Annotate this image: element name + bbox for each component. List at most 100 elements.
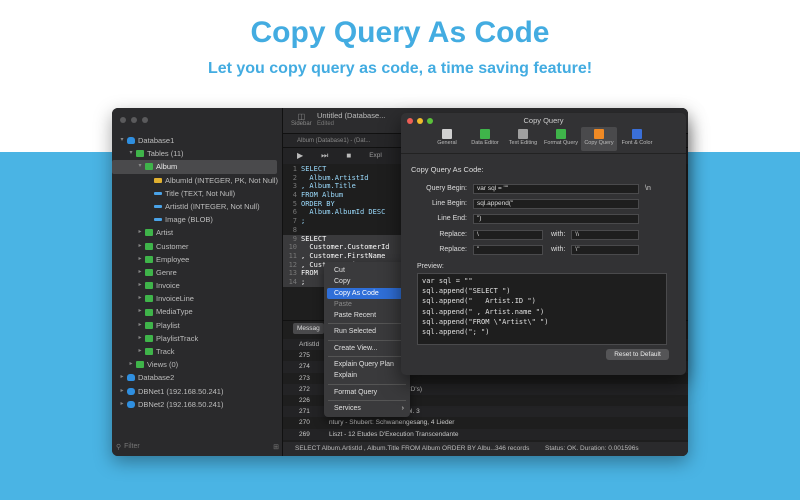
table-row[interactable]: 270 ntury - Shubert: Schwanengesang, 4 Li…	[283, 417, 688, 428]
menu-item[interactable]: Copy As Code	[327, 287, 407, 299]
reset-to-default-button[interactable]: Reset to Default	[606, 349, 669, 360]
chevron-right-icon[interactable]: ▸	[136, 253, 144, 266]
menu-item[interactable]: Explain	[327, 370, 407, 381]
table-icon	[145, 255, 153, 263]
sidebar-item[interactable]: ▾ Tables (11)	[112, 147, 283, 160]
menu-item[interactable]: Cut	[327, 265, 407, 276]
sidebar-item[interactable]: ▸ Invoice	[112, 279, 283, 292]
table-icon	[145, 242, 153, 250]
tab-label: General	[437, 140, 457, 146]
run-icon[interactable]: ▶	[297, 148, 303, 164]
sidebar-item[interactable]: ▸ DBNet1 (192.168.50.241)	[112, 385, 283, 398]
table-row[interactable]: 269 Liszt - 12 Etudes D'Execution Transce…	[283, 428, 688, 440]
sidebar-item[interactable]: ▸ Artist	[112, 226, 283, 239]
replace-input-2[interactable]: "	[473, 244, 543, 255]
chevron-right-icon[interactable]: ▸	[136, 305, 144, 318]
line-end-input[interactable]: ")	[473, 213, 639, 224]
code-line: 7;	[283, 217, 403, 226]
preview-line: sql.append(" , Artist.name ")	[422, 307, 545, 316]
sidebar-item[interactable]: ▸ Track	[112, 345, 283, 358]
code-text: SELECT	[301, 234, 327, 243]
preferences-tab[interactable]: Copy Query	[581, 127, 617, 151]
context-menu: CutCopyCopy As CodePastePaste Recent›Run…	[324, 262, 410, 417]
preferences-tab[interactable]: General	[429, 127, 465, 151]
sidebar-item[interactable]: AlbumId (INTEGER, PK, Not Null)	[112, 174, 283, 187]
with-input-2[interactable]: \"	[571, 244, 640, 255]
query-begin-input[interactable]: var sql = ""	[473, 183, 639, 194]
menu-item[interactable]: Create View...	[327, 343, 407, 354]
sidebar-item[interactable]: ▸ Customer	[112, 240, 283, 253]
menu-item[interactable]: Format Query	[327, 387, 407, 398]
menu-item[interactable]: Copy	[327, 276, 407, 287]
tab-icon	[632, 129, 642, 139]
line-begin-input[interactable]: sql.append("	[473, 198, 639, 209]
chevron-down-icon[interactable]: ▾	[118, 134, 126, 147]
chevron-right-icon[interactable]: ▸	[136, 319, 144, 332]
line-number: 1	[292, 165, 297, 173]
sidebar-item-label: Title (TEXT, Not Null)	[165, 188, 236, 198]
close-window-button[interactable]	[120, 117, 126, 123]
stop-icon[interactable]: ■	[346, 148, 351, 164]
table-icon	[145, 321, 153, 329]
menu-separator	[328, 323, 406, 325]
sidebar-item[interactable]: ▸ InvoiceLine	[112, 292, 283, 305]
replace-input-1[interactable]: \	[473, 229, 543, 240]
sidebar-item[interactable]: ArtistId (INTEGER, Not Null)	[112, 200, 283, 213]
menu-item[interactable]: Services ›	[327, 403, 407, 414]
filter-bar[interactable]: ⚲ Filter ⊞	[116, 441, 279, 452]
sidebar-item[interactable]: ▸ Database2	[112, 371, 283, 384]
messages-tab[interactable]: Messag	[293, 323, 324, 334]
sidebar-item[interactable]: ▾ Album	[112, 160, 277, 174]
sidebar-item[interactable]: ▸ DBNet2 (192.168.50.241)	[112, 398, 283, 411]
preferences-tab[interactable]: Font & Color	[619, 127, 655, 151]
chevron-right-icon[interactable]: ▸	[118, 371, 126, 384]
run-selected-icon[interactable]: ⏭	[321, 148, 328, 164]
preferences-tab[interactable]: Format Query	[543, 127, 579, 151]
sidebar-item[interactable]: ▾ Database1	[112, 134, 283, 147]
chevron-right-icon[interactable]: ▸	[127, 358, 135, 371]
sidebar-item[interactable]: ▸ PlaylistTrack	[112, 332, 283, 345]
menu-item[interactable]: Explain Query Plan	[327, 359, 407, 370]
sidebar-item[interactable]: ▸ MediaType	[112, 305, 283, 318]
sidebar-item[interactable]: Image (BLOB)	[112, 213, 283, 226]
add-connection-icon[interactable]: ⊞	[273, 443, 279, 451]
sidebar-item[interactable]: ▸ Views (0)	[112, 358, 283, 371]
column-header-artistid[interactable]: ArtistId	[283, 339, 319, 350]
zoom-window-button[interactable]	[142, 117, 148, 123]
chevron-right-icon[interactable]: ▸	[136, 226, 144, 239]
code-text: FROM	[301, 269, 318, 278]
chevron-right-icon[interactable]: ▸	[136, 292, 144, 305]
code-line: 4 FROM Album	[283, 191, 403, 200]
preferences-tab[interactable]: Text Editing	[505, 127, 541, 151]
chevron-down-icon[interactable]: ▾	[127, 147, 135, 160]
chevron-right-icon[interactable]: ▸	[136, 279, 144, 292]
preferences-tab[interactable]: Data Editor	[467, 127, 503, 151]
window-controls[interactable]	[120, 117, 148, 123]
chevron-right-icon[interactable]: ▸	[118, 385, 126, 398]
sidebar-item-label: Tables (11)	[147, 149, 184, 159]
record-count: 346 records	[495, 445, 530, 452]
menu-item[interactable]: Paste Recent›	[327, 310, 407, 321]
chevron-right-icon[interactable]: ▸	[136, 240, 144, 253]
sidebar-item[interactable]: ▸ Playlist	[112, 319, 283, 332]
line-number: 3	[292, 182, 297, 191]
menu-item[interactable]: Run Selected	[327, 326, 407, 337]
sidebar-item-label: Database1	[138, 136, 175, 145]
sidebar-toggle-button[interactable]: ◫ Sidebar	[291, 112, 312, 127]
chevron-right-icon[interactable]: ▸	[118, 398, 126, 411]
menu-separator	[328, 339, 406, 341]
dialog-title: Copy Query	[523, 116, 564, 125]
explain-button[interactable]: Expl	[369, 148, 382, 164]
minimize-window-button[interactable]	[131, 117, 137, 123]
filter-input[interactable]: Filter	[124, 443, 140, 450]
sidebar-item[interactable]: Title (TEXT, Not Null)	[112, 187, 283, 200]
chevron-right-icon[interactable]: ▸	[136, 345, 144, 358]
chevron-right-icon[interactable]: ▸	[136, 332, 144, 345]
chevron-right-icon[interactable]: ▸	[136, 266, 144, 279]
with-input-1[interactable]: \\	[571, 229, 640, 240]
code-line: 6 Album.AlbumId DESC	[283, 208, 403, 217]
tab-label: Format Query	[544, 140, 578, 146]
sidebar-item[interactable]: ▸ Employee	[112, 253, 283, 266]
sidebar-item[interactable]: ▸ Genre	[112, 266, 283, 279]
chevron-down-icon[interactable]: ▾	[136, 160, 144, 173]
